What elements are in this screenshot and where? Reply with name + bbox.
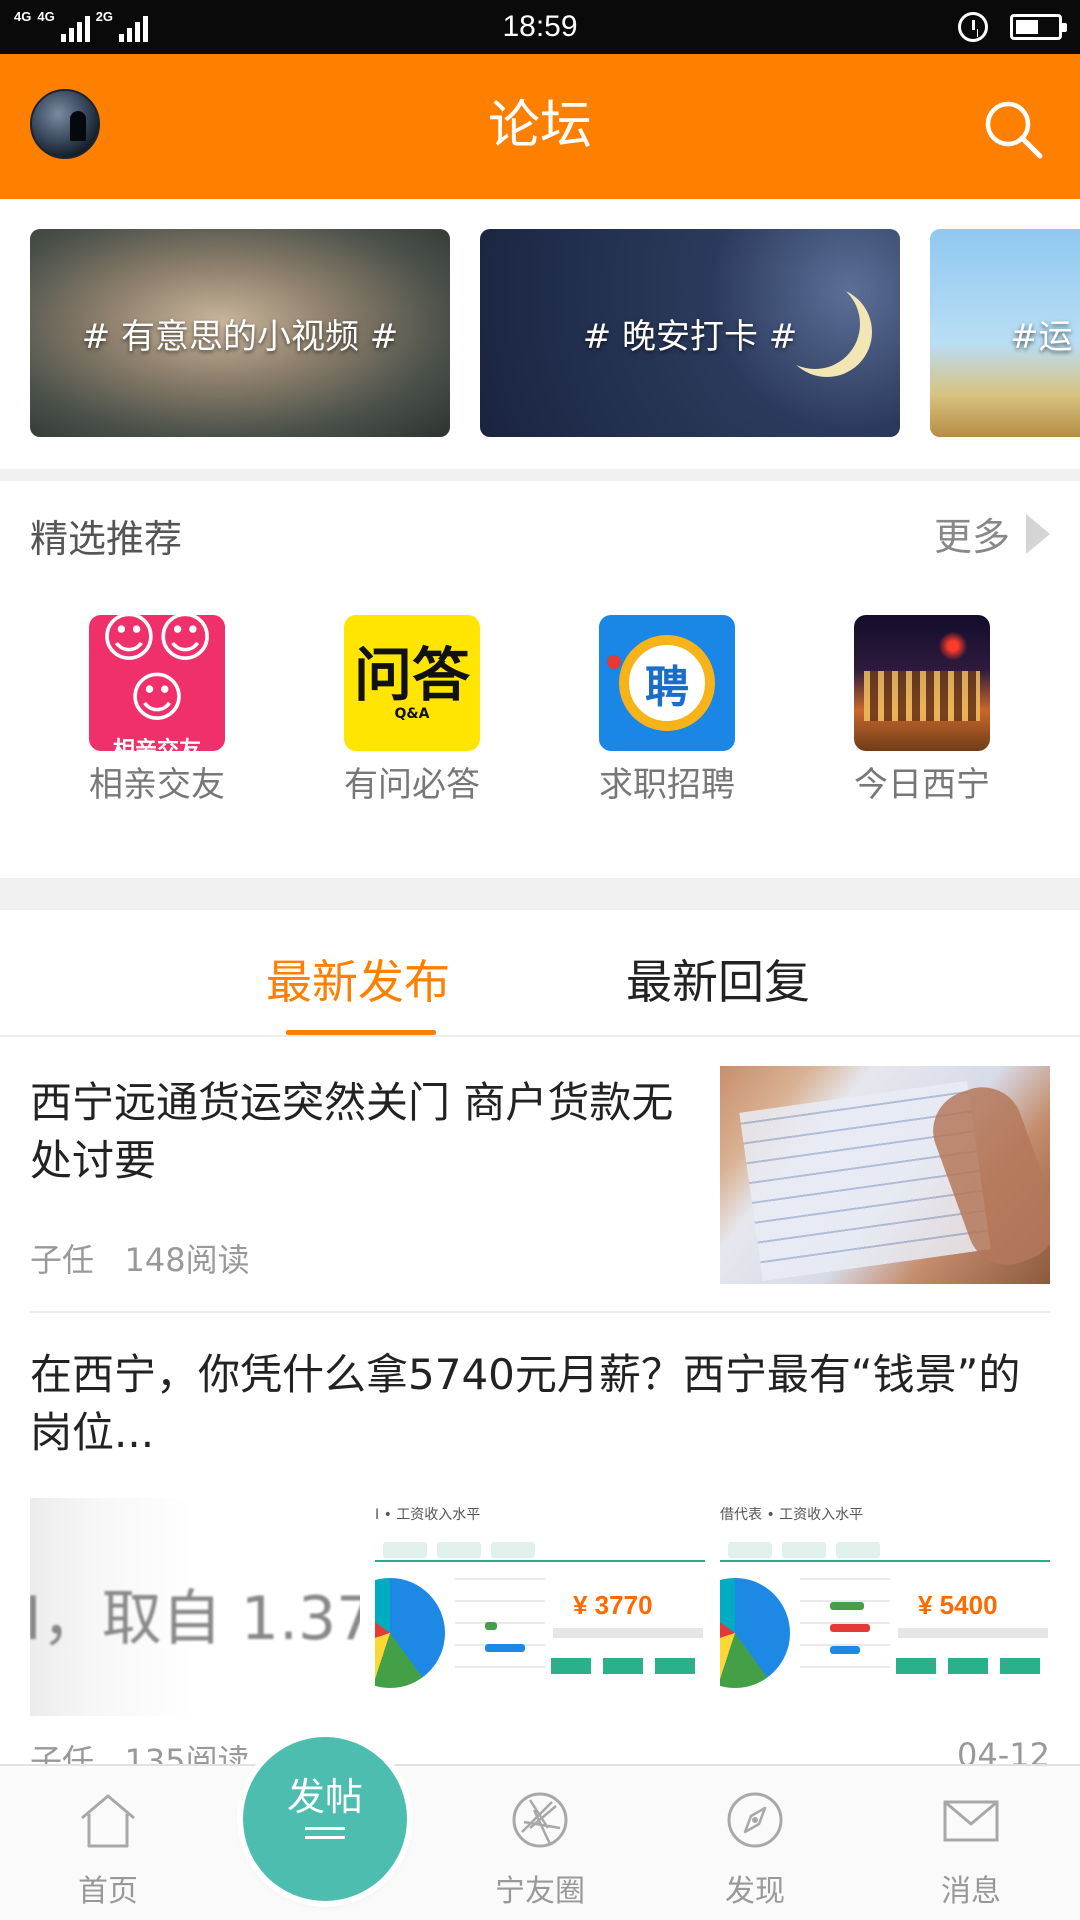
more-link[interactable]: 更多 — [934, 506, 1050, 561]
chevron-right-icon — [1026, 513, 1050, 554]
battery-fill — [1016, 20, 1038, 34]
post-thumbnail: I，取自 1.37 — [30, 1498, 360, 1716]
post-reads: 148阅读 — [124, 1241, 250, 1279]
tab-latest-replies[interactable]: 最新回复 — [626, 946, 810, 1012]
thumbnail-pie-chart — [720, 1578, 790, 1688]
section-divider — [0, 469, 1080, 481]
job-icon-text: 聘 — [645, 662, 689, 713]
compass-icon — [727, 1792, 783, 1848]
menu-lines-icon — [305, 1827, 345, 1839]
active-tab-indicator — [286, 1030, 436, 1035]
featured-item-today-xining[interactable]: 今日西宁 — [822, 615, 1022, 806]
qa-icon: 问答 Q&A — [344, 615, 480, 751]
post-thumbnail: 借代表 • 工资收入水平 ¥ 5400 — [720, 1498, 1050, 1716]
status-bar: 4G 4G 2G 18:59 — [0, 0, 1080, 54]
topic-banner-carousel[interactable]: # 有意思的小视频 # # 晚安打卡 # #运 — [0, 199, 1080, 469]
envelope-icon — [943, 1800, 999, 1842]
topic-banner-funny-videos[interactable]: # 有意思的小视频 # — [30, 229, 450, 437]
nav-label: 首页 — [78, 1874, 138, 1909]
red-dot — [607, 655, 621, 669]
thumbnail-tabs — [720, 1542, 1050, 1562]
featured-item-label: 有问必答 — [344, 765, 480, 805]
new-post-button[interactable]: 发帖 — [243, 1737, 407, 1901]
featured-section-title: 精选推荐 — [30, 517, 183, 561]
thumbnail-heading: I • 工资收入水平 — [375, 1507, 481, 1523]
more-label: 更多 — [933, 515, 1010, 559]
page-title: 论坛 — [487, 96, 592, 156]
nav-label: 发现 — [725, 1874, 785, 1909]
status-right — [958, 12, 1067, 42]
topic-banner-goodnight[interactable]: # 晚安打卡 # — [480, 229, 900, 437]
featured-item-qa[interactable]: 问答 Q&A 有问必答 — [312, 615, 512, 806]
thumbnail-heading: 借代表 • 工资收入水平 — [720, 1507, 864, 1523]
new-post-label: 发帖 — [286, 1775, 363, 1819]
banner-label: #运 — [1010, 316, 1073, 357]
post-title: 西宁远通货运突然关门 商户货款无处讨要 — [30, 1078, 674, 1185]
thumbnail-table — [455, 1578, 545, 1688]
thumbnail-pie-chart — [375, 1578, 445, 1688]
nav-messages[interactable]: 消息 — [891, 1788, 1051, 1910]
nav-home[interactable]: 首页 — [28, 1788, 188, 1910]
thumbnail-text: I，取自 1.37 — [30, 1584, 360, 1654]
dating-icon: ☺☺☺ 相亲交友 — [89, 615, 225, 751]
app-header: 论坛 — [0, 54, 1080, 199]
post-tabs: 最新发布 最新回复 — [0, 912, 1080, 1037]
thumbnail-price: ¥ 5400 — [918, 1590, 998, 1620]
banner-label: # 有意思的小视频 # — [81, 316, 399, 357]
featured-item-label: 相亲交友 — [89, 765, 225, 805]
nav-friends-circle[interactable]: 宁友圈 — [460, 1788, 620, 1910]
post-title[interactable]: 在西宁，你凭什么拿5740元月薪？西宁最有“钱景”的岗位... — [30, 1346, 1050, 1462]
moon-image — [770, 279, 860, 369]
nav-label: 消息 — [941, 1874, 1001, 1909]
battery-icon — [1010, 14, 1067, 40]
featured-item-label: 求职招聘 — [599, 765, 735, 805]
featured-item-dating[interactable]: ☺☺☺ 相亲交友 相亲交友 — [57, 615, 257, 806]
post-image-row[interactable]: I，取自 1.37 I • 工资收入水平 ¥ 3770 借代表 • 工资收入水平… — [30, 1498, 1050, 1716]
post-thumbnail — [720, 1066, 1050, 1284]
home-icon — [81, 1794, 135, 1848]
search-icon[interactable] — [982, 98, 1044, 160]
post-item[interactable]: 西宁远通货运突然关门 商户货款无处讨要 子任 148阅读 — [0, 1039, 1080, 1311]
city-icon — [854, 615, 990, 751]
nav-discover[interactable]: 发现 — [675, 1788, 835, 1910]
post-thumbnail: I • 工资收入水平 ¥ 3770 — [375, 1498, 705, 1716]
clock: 18:59 — [502, 10, 578, 43]
tab-latest-posts[interactable]: 最新发布 — [266, 946, 450, 1012]
topic-banner-sports[interactable]: #运 — [930, 229, 1080, 437]
bottom-nav: 首页 宁友圈 发现 消息 — [0, 1764, 1080, 1920]
featured-item-label: 今日西宁 — [854, 765, 990, 805]
thumbnail-table — [800, 1578, 890, 1688]
dating-icon-caption: 相亲交友 — [112, 738, 201, 751]
magnifier-ring: 聘 — [619, 635, 715, 731]
post-meta: 子任 148阅读 — [30, 1235, 250, 1281]
nav-label: 宁友圈 — [495, 1874, 585, 1909]
qa-icon-text: 问答 — [353, 641, 470, 709]
alarm-icon — [958, 12, 988, 42]
post-author: 子任 — [30, 1241, 95, 1279]
job-icon: 聘 — [599, 615, 735, 751]
qa-icon-subtext: Q&A — [394, 706, 430, 722]
thumbnail-price: ¥ 3770 — [573, 1590, 653, 1620]
people-icon: ☺☺☺ — [100, 615, 214, 729]
featured-item-jobs[interactable]: 聘 求职招聘 — [567, 615, 767, 806]
banner-label: # 晚安打卡 # — [582, 316, 798, 357]
thumbnail-tabs — [375, 1542, 705, 1562]
aperture-icon — [512, 1792, 568, 1848]
post-divider — [30, 1311, 1050, 1313]
section-divider — [0, 878, 1080, 910]
